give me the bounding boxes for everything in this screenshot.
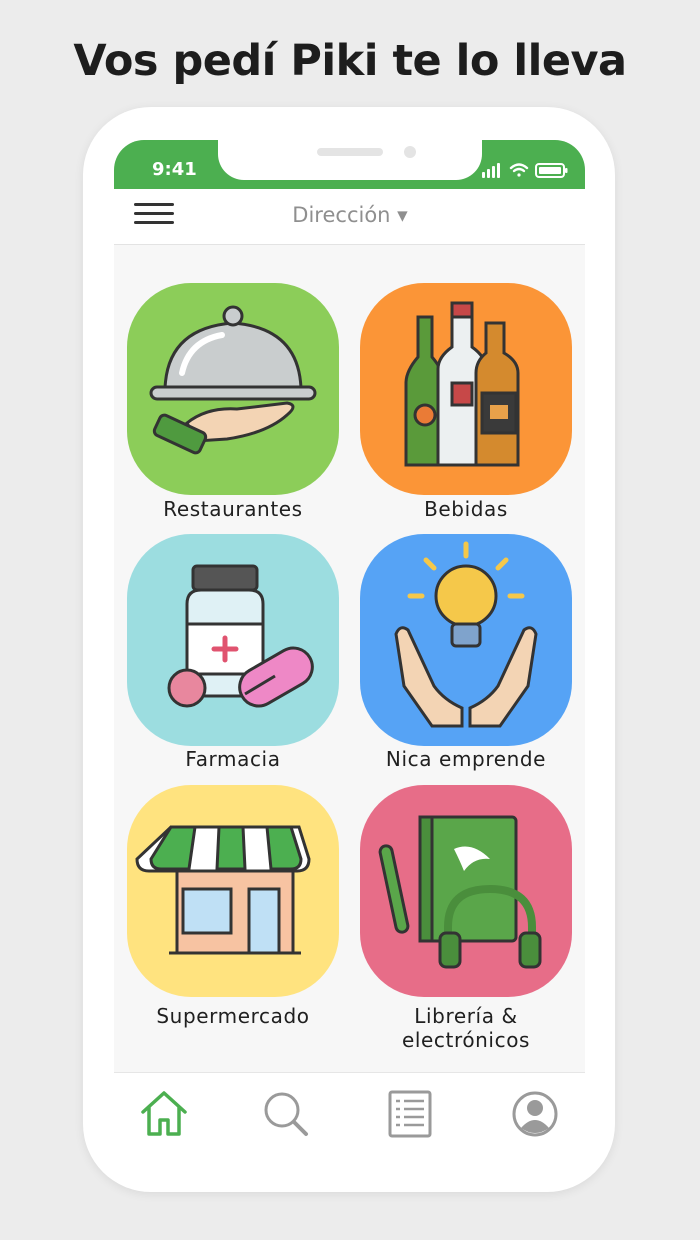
nav-orders[interactable]: [384, 1088, 436, 1140]
signal-icon: [482, 163, 500, 178]
search-icon: [264, 1092, 308, 1136]
status-time: 9:41: [152, 159, 197, 180]
nav-search[interactable]: [260, 1088, 312, 1140]
bottles-icon: [360, 283, 572, 495]
phone-camera: [404, 146, 416, 158]
phone-speaker: [317, 148, 383, 156]
category-label-bebidas: Bebidas: [424, 497, 508, 521]
category-tile-restaurantes[interactable]: [127, 283, 339, 495]
category-label-restaurantes: Restaurantes: [163, 497, 303, 521]
orders-list-icon: [388, 1090, 432, 1138]
category-tile-farmacia[interactable]: [127, 534, 339, 746]
lightbulb-hands-icon: [360, 534, 572, 746]
home-icon: [141, 1091, 187, 1136]
wifi-icon: [509, 163, 529, 177]
battery-icon: [535, 163, 568, 178]
category-tile-nica-emprende[interactable]: [360, 534, 572, 746]
category-tile-supermercado[interactable]: [127, 785, 339, 997]
address-selector[interactable]: Dirección ▾: [250, 203, 450, 227]
profile-icon: [512, 1091, 558, 1137]
category-label-farmacia: Farmacia: [185, 747, 281, 771]
nav-home[interactable]: [138, 1088, 190, 1140]
category-tile-libreria-electronicos[interactable]: [360, 785, 572, 997]
promo-headline: Vos pedí Piki te lo lleva: [73, 36, 627, 86]
medicine-icon: [127, 534, 339, 746]
hamburger-menu-icon[interactable]: [134, 203, 174, 229]
book-headphones-icon: [360, 785, 572, 997]
phone-notch: [218, 140, 482, 180]
store-icon: [127, 785, 339, 997]
category-label-nica-emprende: Nica emprende: [385, 747, 547, 771]
nav-profile[interactable]: [509, 1088, 561, 1140]
category-tile-bebidas[interactable]: [360, 283, 572, 495]
category-label-libreria-electronicos: Librería & electrónicos: [401, 1004, 531, 1052]
status-icons: [482, 160, 572, 180]
category-label-supermercado: Supermercado: [156, 1004, 310, 1028]
serving-cloche-icon: [127, 283, 339, 495]
